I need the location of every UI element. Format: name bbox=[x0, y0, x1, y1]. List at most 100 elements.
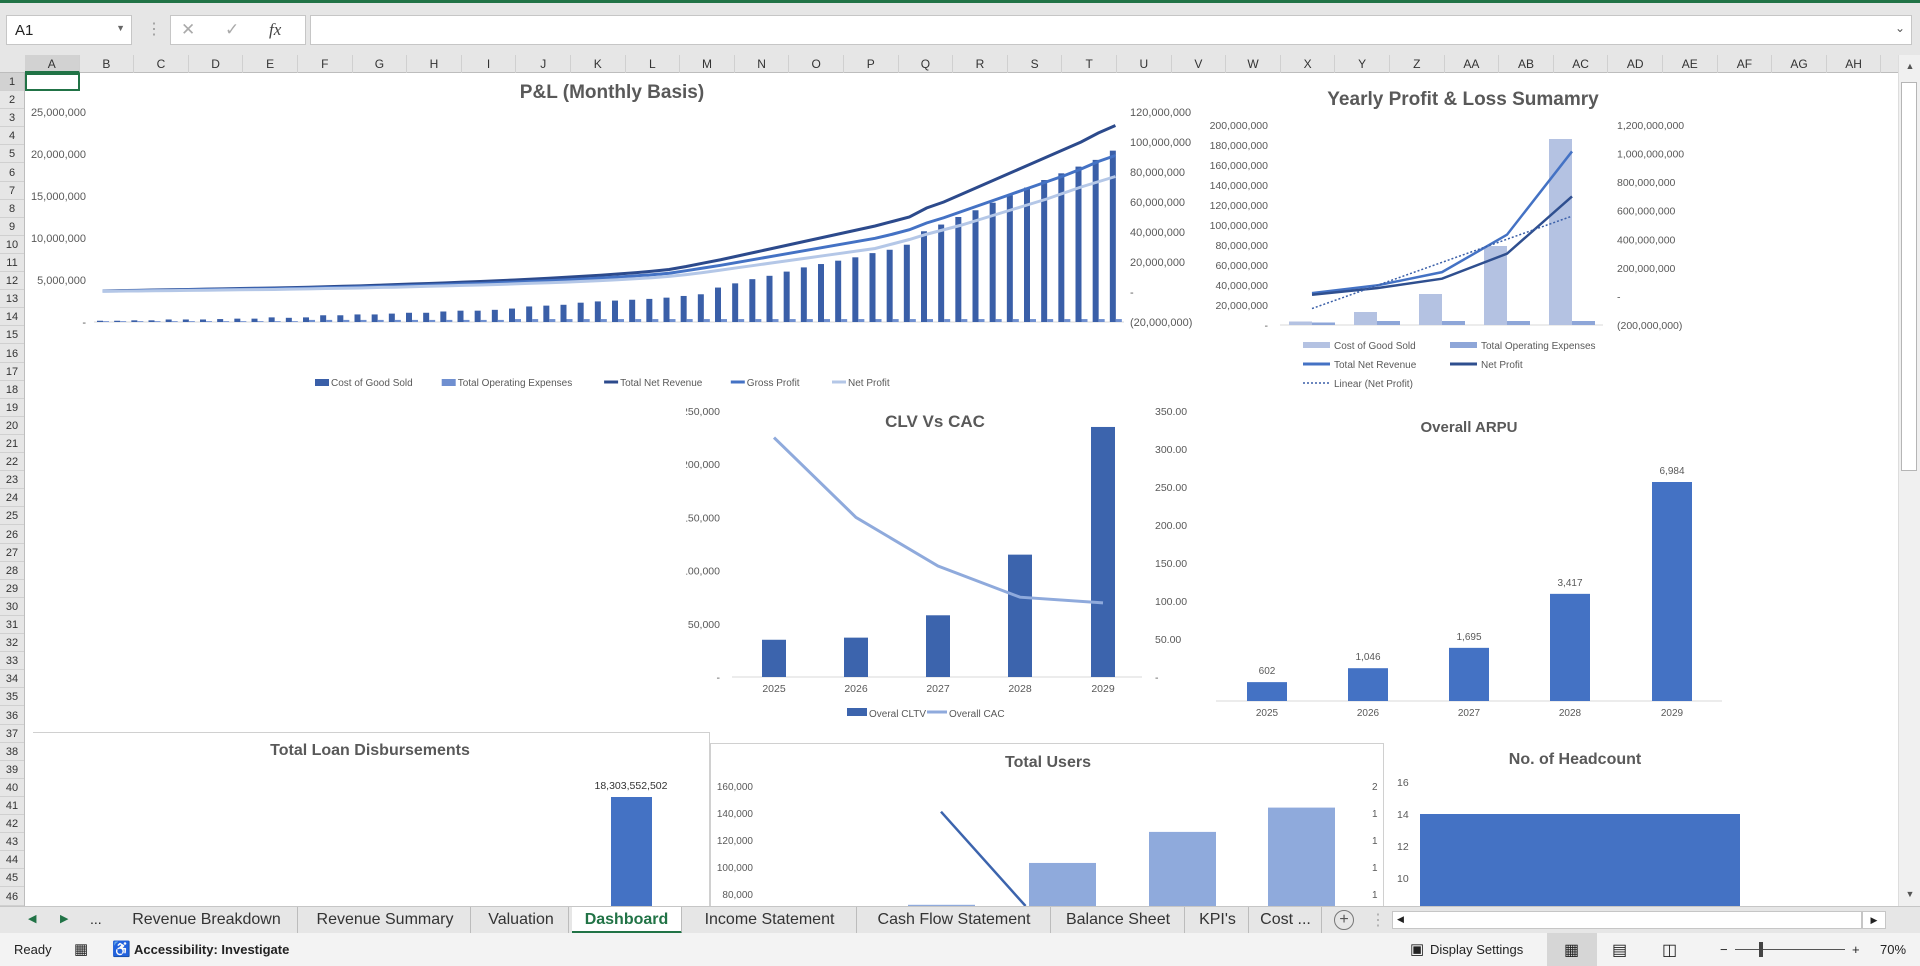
column-header-R[interactable]: R bbox=[953, 55, 1008, 73]
row-header-29[interactable]: 29 bbox=[0, 580, 24, 598]
scroll-right-icon[interactable]: ▶ bbox=[1862, 911, 1886, 929]
insert-function-icon[interactable]: fx bbox=[269, 20, 281, 40]
row-header-21[interactable]: 21 bbox=[0, 435, 24, 454]
row-header-38[interactable]: 38 bbox=[0, 743, 24, 761]
column-header-G[interactable]: G bbox=[353, 55, 408, 73]
column-header-AH[interactable]: AH bbox=[1827, 55, 1882, 73]
column-header-A[interactable]: A bbox=[25, 55, 80, 73]
row-header-8[interactable]: 8 bbox=[0, 200, 24, 218]
column-header-AF[interactable]: AF bbox=[1718, 55, 1773, 73]
sheet-tab-valuation[interactable]: Valuation bbox=[474, 907, 569, 934]
row-header-34[interactable]: 34 bbox=[0, 670, 24, 689]
row-header-28[interactable]: 28 bbox=[0, 562, 24, 580]
column-header-I[interactable]: I bbox=[462, 55, 517, 73]
chevron-down-icon[interactable]: ▼ bbox=[116, 23, 125, 33]
chart-pl-monthly[interactable]: P&L (Monthly Basis) -5,000,000 10,000,000… bbox=[30, 76, 1230, 398]
row-header-41[interactable]: 41 bbox=[0, 797, 24, 816]
vertical-scroll-thumb[interactable] bbox=[1901, 82, 1917, 471]
row-header-14[interactable]: 14 bbox=[0, 308, 24, 327]
formula-input[interactable]: ⌄ bbox=[310, 15, 1912, 45]
accessibility-icon[interactable]: ♿ bbox=[112, 940, 131, 958]
zoom-slider-track[interactable] bbox=[1735, 949, 1845, 950]
row-header-36[interactable]: 36 bbox=[0, 707, 24, 725]
row-header-22[interactable]: 22 bbox=[0, 453, 24, 472]
chart-yearly-pl[interactable]: Yearly Profit & Loss Sumamry -20,000,000… bbox=[1206, 80, 1746, 398]
column-header-D[interactable]: D bbox=[189, 55, 244, 73]
row-header-25[interactable]: 25 bbox=[0, 507, 24, 526]
name-box[interactable]: A1 ▼ bbox=[6, 15, 132, 45]
chart-clv-vs-cac[interactable]: CLV Vs CAC -50,000100,000150,000200,0002… bbox=[686, 404, 1226, 728]
sheet-tab-balance-sheet[interactable]: Balance Sheet bbox=[1052, 907, 1185, 934]
column-header-AA[interactable]: AA bbox=[1445, 55, 1500, 73]
column-header-F[interactable]: F bbox=[298, 55, 353, 73]
row-header-13[interactable]: 13 bbox=[0, 290, 24, 309]
column-header-AB[interactable]: AB bbox=[1499, 55, 1554, 73]
sheet-tab-income-statement[interactable]: Income Statement bbox=[683, 907, 857, 934]
scroll-left-icon[interactable]: ◀ bbox=[1397, 914, 1404, 925]
row-header-35[interactable]: 35 bbox=[0, 688, 24, 707]
row-header-15[interactable]: 15 bbox=[0, 326, 24, 345]
sheet-tab-revenue-summary[interactable]: Revenue Summary bbox=[300, 907, 471, 934]
row-header-39[interactable]: 39 bbox=[0, 761, 24, 779]
zoom-out-button[interactable]: − bbox=[1720, 942, 1728, 957]
row-header-1[interactable]: 1 bbox=[0, 73, 24, 92]
normal-view-button[interactable]: ▦ bbox=[1547, 933, 1597, 966]
row-header-46[interactable]: 46 bbox=[0, 888, 24, 906]
cancel-icon[interactable]: ✕ bbox=[181, 20, 195, 40]
row-header-2[interactable]: 2 bbox=[0, 91, 24, 110]
row-header-43[interactable]: 43 bbox=[0, 833, 24, 852]
column-header-W[interactable]: W bbox=[1226, 55, 1281, 73]
row-header-37[interactable]: 37 bbox=[0, 725, 24, 743]
page-layout-view-icon[interactable]: ▤ bbox=[1612, 940, 1627, 960]
column-header-X[interactable]: X bbox=[1281, 55, 1336, 73]
chart-headcount[interactable]: No. of Headcount 10 12 14 16 bbox=[1384, 743, 1898, 906]
chart-overall-arpu[interactable]: Overall ARPU 602 2025 1,046 2026 1,695 2027 3,… bbox=[1206, 410, 1736, 730]
horizontal-scrollbar[interactable]: ◀ bbox=[1392, 911, 1862, 929]
enter-icon[interactable]: ✓ bbox=[225, 20, 239, 40]
formula-bar-resize-handle[interactable]: ⋮ bbox=[146, 19, 162, 39]
add-sheet-icon[interactable]: + bbox=[1334, 910, 1354, 930]
row-header-3[interactable]: 3 bbox=[0, 109, 24, 128]
row-header-6[interactable]: 6 bbox=[0, 164, 24, 182]
column-header-B[interactable]: B bbox=[80, 55, 135, 73]
row-header-32[interactable]: 32 bbox=[0, 634, 24, 653]
page-break-view-icon[interactable]: ◫ bbox=[1662, 940, 1677, 960]
row-header-17[interactable]: 17 bbox=[0, 363, 24, 381]
row-header-20[interactable]: 20 bbox=[0, 417, 24, 435]
row-header-44[interactable]: 44 bbox=[0, 851, 24, 870]
expand-formula-bar-icon[interactable]: ⌄ bbox=[1895, 21, 1905, 35]
row-header-30[interactable]: 30 bbox=[0, 598, 24, 616]
row-header-10[interactable]: 10 bbox=[0, 236, 24, 254]
column-header-N[interactable]: N bbox=[735, 55, 790, 73]
column-header-Y[interactable]: Y bbox=[1335, 55, 1390, 73]
tab-more-button[interactable]: ... bbox=[90, 911, 102, 927]
row-header-24[interactable]: 24 bbox=[0, 489, 24, 508]
column-header-P[interactable]: P bbox=[844, 55, 899, 73]
column-header-C[interactable]: C bbox=[134, 55, 189, 73]
column-header-AE[interactable]: AE bbox=[1663, 55, 1718, 73]
column-header-T[interactable]: T bbox=[1062, 55, 1117, 73]
row-header-4[interactable]: 4 bbox=[0, 127, 24, 146]
scroll-down-icon[interactable]: ▼ bbox=[1899, 889, 1920, 899]
column-header-L[interactable]: L bbox=[626, 55, 681, 73]
column-header-J[interactable]: J bbox=[516, 55, 571, 73]
column-header-S[interactable]: S bbox=[1008, 55, 1063, 73]
display-settings-button[interactable]: Display Settings bbox=[1430, 942, 1523, 957]
accessibility-status[interactable]: Accessibility: Investigate bbox=[134, 942, 289, 957]
row-header-12[interactable]: 12 bbox=[0, 272, 24, 291]
tab-prev-icon[interactable]: ◀ bbox=[28, 912, 36, 925]
row-header-19[interactable]: 19 bbox=[0, 399, 24, 417]
chart-total-users[interactable]: Total Users 80,000 100,000 120,000 140,000 1… bbox=[710, 743, 1384, 906]
row-header-33[interactable]: 33 bbox=[0, 652, 24, 671]
sheet-tab-dashboard[interactable]: Dashboard bbox=[572, 907, 682, 934]
sheet-tab-cost-[interactable]: Cost ... bbox=[1250, 907, 1322, 934]
column-header-O[interactable]: O bbox=[789, 55, 844, 73]
row-header-45[interactable]: 45 bbox=[0, 869, 24, 888]
column-header-U[interactable]: U bbox=[1117, 55, 1172, 73]
chart-total-loan-disbursements[interactable]: Total Loan Disbursements 18,303,552,502 bbox=[33, 732, 710, 906]
display-settings-icon[interactable]: ▣ bbox=[1410, 940, 1424, 958]
sheet-tab-kpi-s[interactable]: KPI's bbox=[1187, 907, 1249, 934]
row-header-18[interactable]: 18 bbox=[0, 381, 24, 399]
column-header-E[interactable]: E bbox=[243, 55, 298, 73]
tab-next-icon[interactable]: ▶ bbox=[60, 912, 68, 925]
